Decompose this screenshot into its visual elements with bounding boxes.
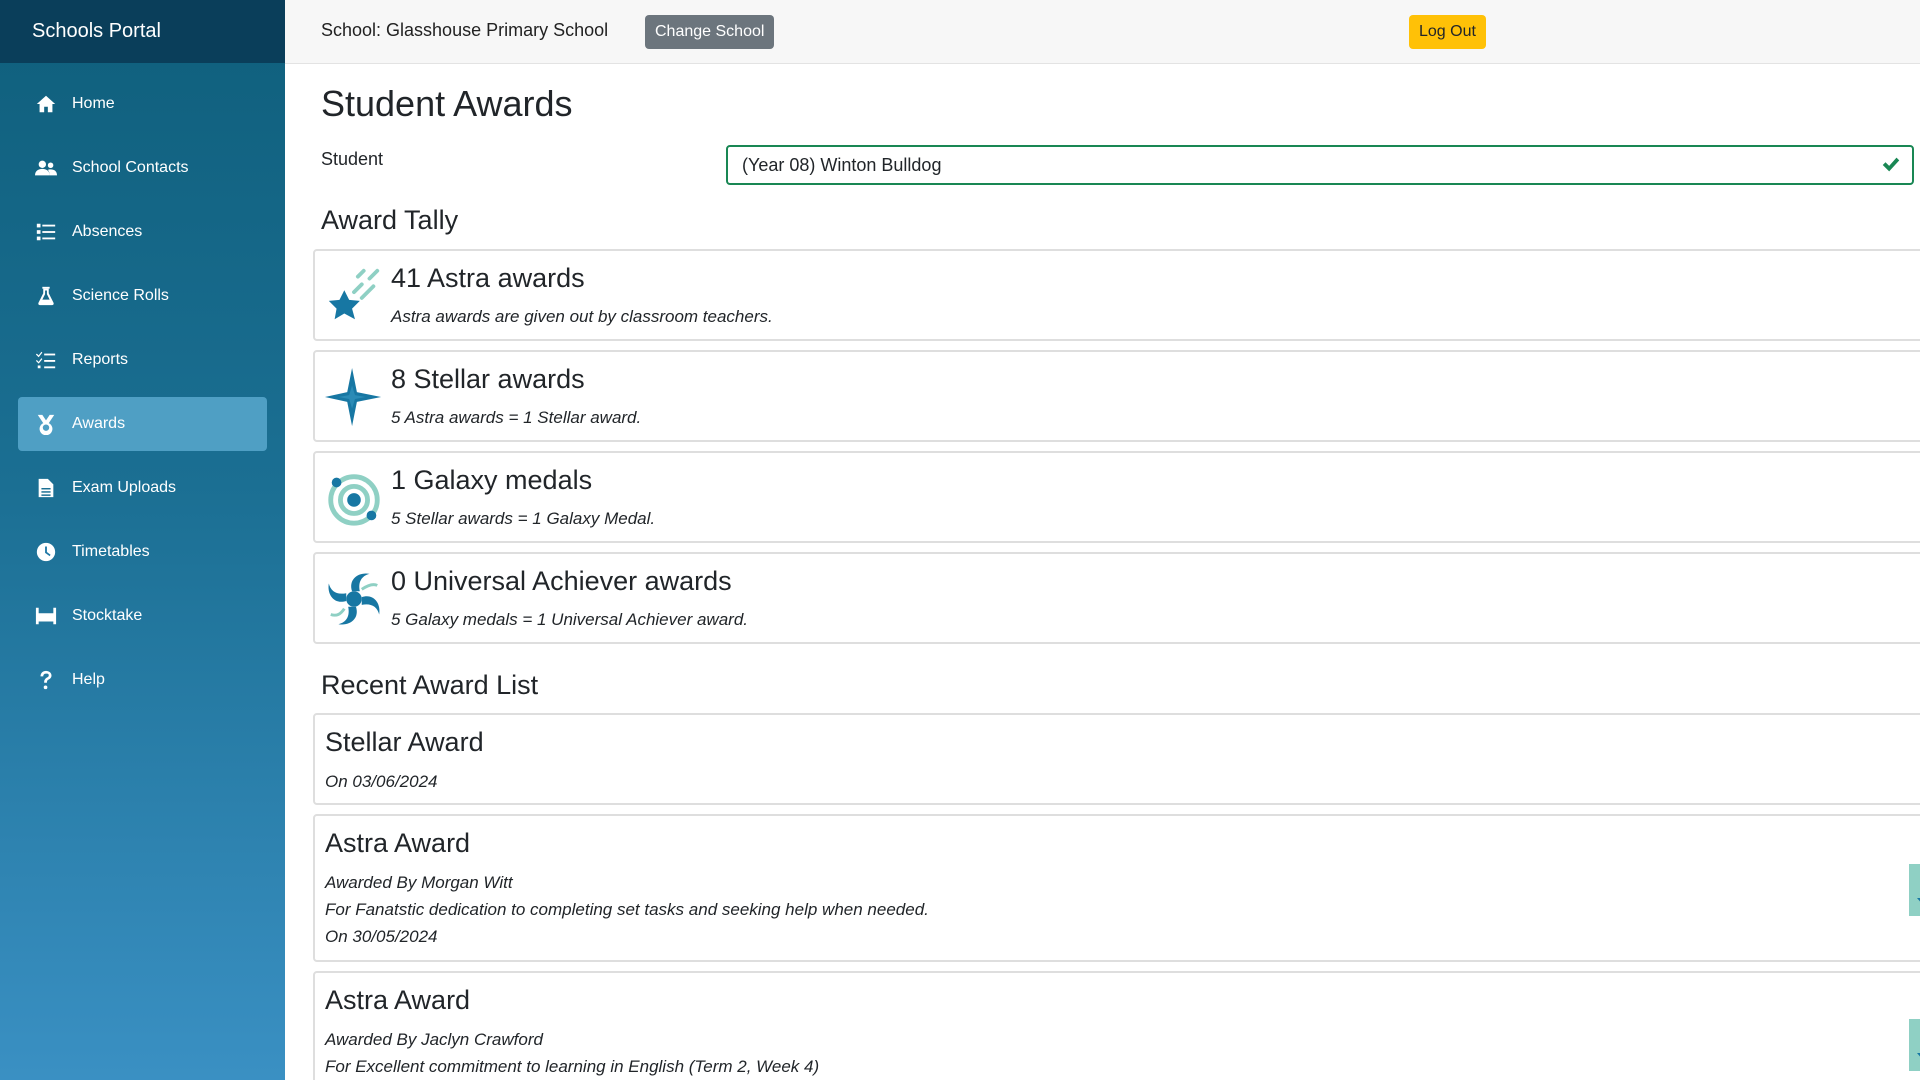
flask-icon: [34, 285, 58, 307]
top-bar: School: Glasshouse Primary School Change…: [285, 0, 1920, 64]
sidebar-item-awards[interactable]: Awards: [18, 397, 267, 451]
brand-title[interactable]: Schools Portal: [0, 0, 285, 63]
sidebar-item-label: School Contacts: [72, 159, 189, 176]
sidebar-item-exam-uploads[interactable]: Exam Uploads: [18, 461, 267, 515]
logout-button[interactable]: Log Out: [1409, 15, 1486, 49]
change-school-button[interactable]: Change School: [645, 15, 775, 49]
sidebar-item-label: Help: [72, 671, 105, 688]
tally-title: 0 Universal Achiever awards: [391, 566, 732, 596]
file-icon: [34, 477, 58, 499]
awarded-by: Awarded By Morgan Witt: [325, 873, 513, 892]
clock-icon: [34, 541, 58, 563]
award-list-item: Stellar Award On 03/06/2024: [313, 713, 1920, 805]
sidebar-item-label: Timetables: [72, 543, 150, 560]
spiral-galaxy-icon: [328, 573, 380, 625]
award-reason: For Excellent commitment to learning in …: [325, 1057, 820, 1076]
sidebar-item-label: Reports: [72, 351, 129, 368]
award-tally-heading: Award Tally: [321, 205, 459, 235]
sparkle-star-icon: [324, 367, 382, 427]
shooting-star-icon: [328, 268, 380, 320]
current-school-label: School: Glasshouse Primary School: [321, 20, 609, 40]
tally-card-astra: 41 Astra awards Astra awards are given o…: [313, 249, 1920, 341]
awarded-by: Awarded By Jaclyn Crawford: [325, 1030, 543, 1049]
orbit-icon: [328, 474, 380, 526]
download-file-icon[interactable]: [1907, 1017, 1920, 1073]
award-list-item: Astra Award Awarded By Jaclyn Crawford F…: [313, 971, 1920, 1080]
download-file-icon[interactable]: [1907, 862, 1920, 918]
award-title: Stellar Award: [325, 727, 484, 757]
sidebar-item-label: Exam Uploads: [72, 479, 177, 496]
sidebar: Schools Portal Home School Contacts Abse…: [0, 0, 285, 1080]
tally-card-universal: 0 Universal Achiever awards 5 Galaxy med…: [313, 552, 1920, 644]
award-list-item: Astra Award Awarded By Morgan Witt For F…: [313, 814, 1920, 962]
student-select[interactable]: (Year 08) Winton Bulldog: [726, 145, 1914, 185]
tally-card-stellar: 8 Stellar awards 5 Astra awards = 1 Stel…: [313, 350, 1920, 442]
student-select-value: (Year 08) Winton Bulldog: [742, 154, 942, 175]
award-date: On 30/05/2024: [325, 927, 438, 946]
sidebar-nav: Home School Contacts Absences Science Ro…: [0, 77, 285, 707]
tally-title: 41 Astra awards: [391, 263, 585, 293]
users-icon: [34, 157, 58, 179]
sidebar-item-school-contacts[interactable]: School Contacts: [18, 141, 267, 195]
sidebar-item-home[interactable]: Home: [18, 77, 267, 131]
tally-description: Astra awards are given out by classroom …: [391, 307, 773, 326]
question-icon: [34, 669, 58, 691]
award-reason: For Fanatstic dedication to completing s…: [325, 900, 929, 919]
student-label: Student: [321, 149, 384, 169]
sidebar-item-label: Science Rolls: [72, 287, 169, 304]
award-date: On 03/06/2024: [325, 772, 438, 791]
home-icon: [34, 93, 58, 115]
sidebar-item-label: Awards: [72, 415, 126, 432]
award-title: Astra Award: [325, 828, 471, 858]
tally-description: 5 Astra awards = 1 Stellar award.: [391, 408, 642, 427]
sidebar-item-label: Home: [72, 95, 115, 112]
list-icon: [34, 221, 58, 243]
sidebar-item-science-rolls[interactable]: Science Rolls: [18, 269, 267, 323]
sidebar-item-label: Absences: [72, 223, 143, 240]
sidebar-item-label: Stocktake: [72, 607, 143, 624]
tally-description: 5 Stellar awards = 1 Galaxy Medal.: [391, 509, 656, 528]
main-content: Student Awards Student (Year 08) Winton …: [285, 63, 1920, 1080]
tally-title: 1 Galaxy medals: [391, 465, 593, 495]
sidebar-item-absences[interactable]: Absences: [18, 205, 267, 259]
sidebar-item-reports[interactable]: Reports: [18, 333, 267, 387]
warehouse-icon: [34, 605, 58, 627]
sidebar-item-timetables[interactable]: Timetables: [18, 525, 267, 579]
tally-description: 5 Galaxy medals = 1 Universal Achiever a…: [391, 610, 748, 629]
tally-card-galaxy: 1 Galaxy medals 5 Stellar awards = 1 Gal…: [313, 451, 1920, 543]
award-title: Astra Award: [325, 985, 471, 1015]
tally-title: 8 Stellar awards: [391, 364, 585, 394]
recent-awards-heading: Recent Award List: [321, 670, 539, 700]
sidebar-item-help[interactable]: Help: [18, 653, 267, 707]
page-title: Student Awards: [321, 83, 573, 124]
check-icon: [1882, 157, 1900, 172]
list-check-icon: [34, 349, 58, 371]
medal-icon: [34, 413, 58, 435]
sidebar-item-stocktake[interactable]: Stocktake: [18, 589, 267, 643]
